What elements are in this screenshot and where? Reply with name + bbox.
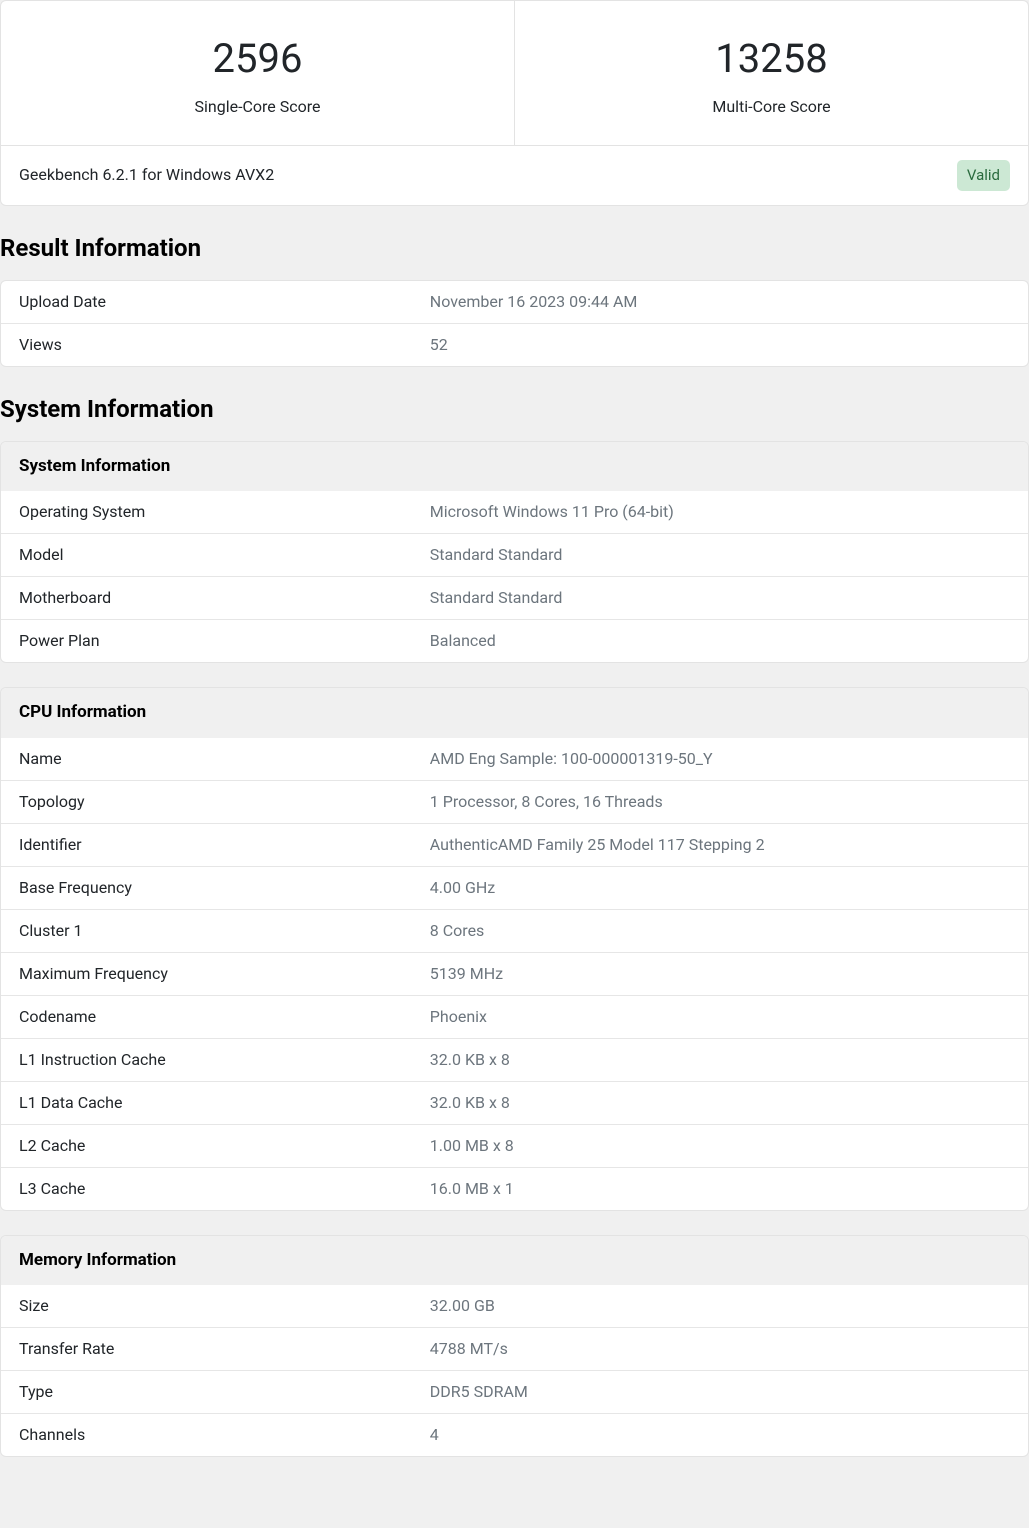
row-value: 32.00 GB bbox=[412, 1285, 1028, 1328]
multi-core-cell: 13258 Multi-Core Score bbox=[515, 1, 1028, 145]
multi-core-score: 13258 bbox=[525, 29, 1018, 89]
row-label: Codename bbox=[1, 995, 412, 1038]
row-value: 4.00 GHz bbox=[412, 866, 1028, 909]
table-row: Power PlanBalanced bbox=[1, 620, 1028, 663]
app-version: Geekbench 6.2.1 for Windows AVX2 bbox=[19, 163, 274, 187]
system-info-title: System Information bbox=[0, 391, 1029, 427]
row-label: Power Plan bbox=[1, 620, 412, 663]
row-label: L3 Cache bbox=[1, 1167, 412, 1210]
table-row: Size32.00 GB bbox=[1, 1285, 1028, 1328]
row-value: 32.0 KB x 8 bbox=[412, 1038, 1028, 1081]
table-row: L2 Cache1.00 MB x 8 bbox=[1, 1124, 1028, 1167]
row-label: Name bbox=[1, 738, 412, 781]
table-row: Base Frequency4.00 GHz bbox=[1, 866, 1028, 909]
table-row: Transfer Rate4788 MT/s bbox=[1, 1328, 1028, 1371]
table-row: IdentifierAuthenticAMD Family 25 Model 1… bbox=[1, 823, 1028, 866]
table-row: ModelStandard Standard bbox=[1, 534, 1028, 577]
row-label: L2 Cache bbox=[1, 1124, 412, 1167]
single-core-cell: 2596 Single-Core Score bbox=[1, 1, 515, 145]
row-value: 5139 MHz bbox=[412, 952, 1028, 995]
row-value: 52 bbox=[412, 323, 1028, 366]
table-row: Cluster 18 Cores bbox=[1, 909, 1028, 952]
result-info-card: Upload DateNovember 16 2023 09:44 AMView… bbox=[0, 280, 1029, 367]
system-info-card: System Information Operating SystemMicro… bbox=[0, 441, 1029, 664]
row-label: Model bbox=[1, 534, 412, 577]
single-core-label: Single-Core Score bbox=[11, 95, 504, 119]
row-label: Maximum Frequency bbox=[1, 952, 412, 995]
table-row: L3 Cache16.0 MB x 1 bbox=[1, 1167, 1028, 1210]
table-row: MotherboardStandard Standard bbox=[1, 577, 1028, 620]
result-info-title: Result Information bbox=[0, 230, 1029, 266]
row-value: 32.0 KB x 8 bbox=[412, 1081, 1028, 1124]
row-label: Base Frequency bbox=[1, 866, 412, 909]
table-row: Topology1 Processor, 8 Cores, 16 Threads bbox=[1, 780, 1028, 823]
cpu-info-card: CPU Information NameAMD Eng Sample: 100-… bbox=[0, 687, 1029, 1211]
row-value: 1.00 MB x 8 bbox=[412, 1124, 1028, 1167]
memory-info-card: Memory Information Size32.00 GBTransfer … bbox=[0, 1235, 1029, 1458]
row-value: Microsoft Windows 11 Pro (64-bit) bbox=[412, 491, 1028, 534]
row-label: Size bbox=[1, 1285, 412, 1328]
row-value: Balanced bbox=[412, 620, 1028, 663]
row-value: 4788 MT/s bbox=[412, 1328, 1028, 1371]
row-value: DDR5 SDRAM bbox=[412, 1371, 1028, 1414]
row-label: L1 Instruction Cache bbox=[1, 1038, 412, 1081]
row-value: Standard Standard bbox=[412, 534, 1028, 577]
table-row: Maximum Frequency5139 MHz bbox=[1, 952, 1028, 995]
table-row: Channels4 bbox=[1, 1414, 1028, 1457]
row-value: AuthenticAMD Family 25 Model 117 Steppin… bbox=[412, 823, 1028, 866]
row-label: L1 Data Cache bbox=[1, 1081, 412, 1124]
table-row: Operating SystemMicrosoft Windows 11 Pro… bbox=[1, 491, 1028, 534]
status-badge: Valid bbox=[957, 160, 1010, 191]
row-value: Phoenix bbox=[412, 995, 1028, 1038]
row-label: Channels bbox=[1, 1414, 412, 1457]
row-value: Standard Standard bbox=[412, 577, 1028, 620]
table-row: L1 Instruction Cache32.0 KB x 8 bbox=[1, 1038, 1028, 1081]
table-row: NameAMD Eng Sample: 100-000001319-50_Y bbox=[1, 738, 1028, 781]
row-value: 16.0 MB x 1 bbox=[412, 1167, 1028, 1210]
row-label: Identifier bbox=[1, 823, 412, 866]
row-label: Topology bbox=[1, 780, 412, 823]
row-label: Motherboard bbox=[1, 577, 412, 620]
cpu-info-header: CPU Information bbox=[1, 688, 1028, 738]
memory-info-header: Memory Information bbox=[1, 1236, 1028, 1286]
table-row: L1 Data Cache32.0 KB x 8 bbox=[1, 1081, 1028, 1124]
single-core-score: 2596 bbox=[11, 29, 504, 89]
row-value: 8 Cores bbox=[412, 909, 1028, 952]
table-row: Views52 bbox=[1, 323, 1028, 366]
score-card: 2596 Single-Core Score 13258 Multi-Core … bbox=[0, 0, 1029, 206]
table-row: TypeDDR5 SDRAM bbox=[1, 1371, 1028, 1414]
row-value: November 16 2023 09:44 AM bbox=[412, 281, 1028, 324]
row-label: Type bbox=[1, 1371, 412, 1414]
row-label: Transfer Rate bbox=[1, 1328, 412, 1371]
row-label: Upload Date bbox=[1, 281, 412, 324]
row-label: Operating System bbox=[1, 491, 412, 534]
multi-core-label: Multi-Core Score bbox=[525, 95, 1018, 119]
row-value: 4 bbox=[412, 1414, 1028, 1457]
row-label: Views bbox=[1, 323, 412, 366]
row-value: AMD Eng Sample: 100-000001319-50_Y bbox=[412, 738, 1028, 781]
row-label: Cluster 1 bbox=[1, 909, 412, 952]
row-value: 1 Processor, 8 Cores, 16 Threads bbox=[412, 780, 1028, 823]
system-info-header: System Information bbox=[1, 442, 1028, 492]
table-row: CodenamePhoenix bbox=[1, 995, 1028, 1038]
table-row: Upload DateNovember 16 2023 09:44 AM bbox=[1, 281, 1028, 324]
